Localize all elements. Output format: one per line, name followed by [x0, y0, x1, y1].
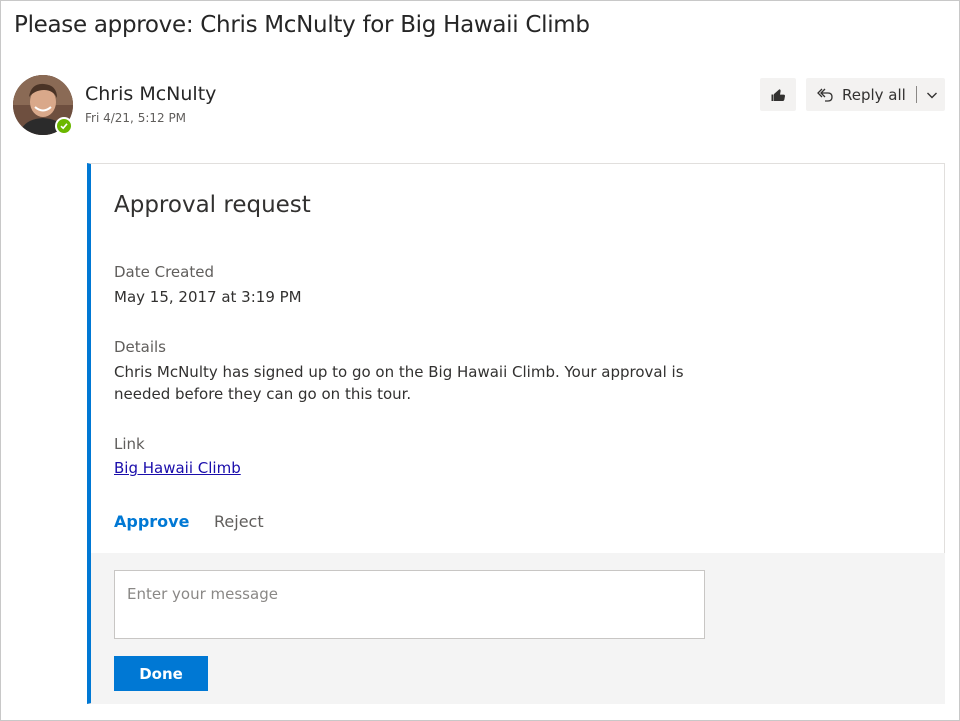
like-button[interactable] — [760, 78, 796, 111]
reply-all-button[interactable]: Reply all — [806, 78, 945, 111]
thumbs-up-icon — [771, 88, 785, 101]
chevron-down-icon[interactable] — [924, 87, 940, 103]
approval-card: Approval request Date Created May 15, 20… — [87, 163, 945, 704]
reply-all-label: Reply all — [842, 85, 906, 104]
presence-available-icon — [55, 117, 73, 135]
tour-link[interactable]: Big Hawaii Climb — [114, 459, 241, 477]
compose-area: Done — [91, 553, 945, 704]
link-label: Link — [114, 435, 145, 453]
email-subject: Please approve: Chris McNulty for Big Ha… — [14, 12, 590, 38]
sent-time: Fri 4/21, 5:12 PM — [85, 111, 187, 125]
date-created-value: May 15, 2017 at 3:19 PM — [114, 288, 302, 306]
sender-name[interactable]: Chris McNulty — [85, 83, 216, 105]
reject-button[interactable]: Reject — [214, 512, 264, 531]
approve-button[interactable]: Approve — [114, 512, 189, 531]
reply-all-icon — [815, 85, 835, 105]
details-text: Chris McNulty has signed up to go on the… — [114, 363, 684, 403]
card-title: Approval request — [114, 192, 311, 218]
message-input[interactable] — [114, 570, 705, 639]
done-button[interactable]: Done — [114, 656, 208, 691]
email-reading-pane: Please approve: Chris McNulty for Big Ha… — [0, 0, 960, 721]
date-created-label: Date Created — [114, 263, 214, 281]
reply-separator — [915, 86, 917, 103]
details-label: Details — [114, 338, 167, 356]
